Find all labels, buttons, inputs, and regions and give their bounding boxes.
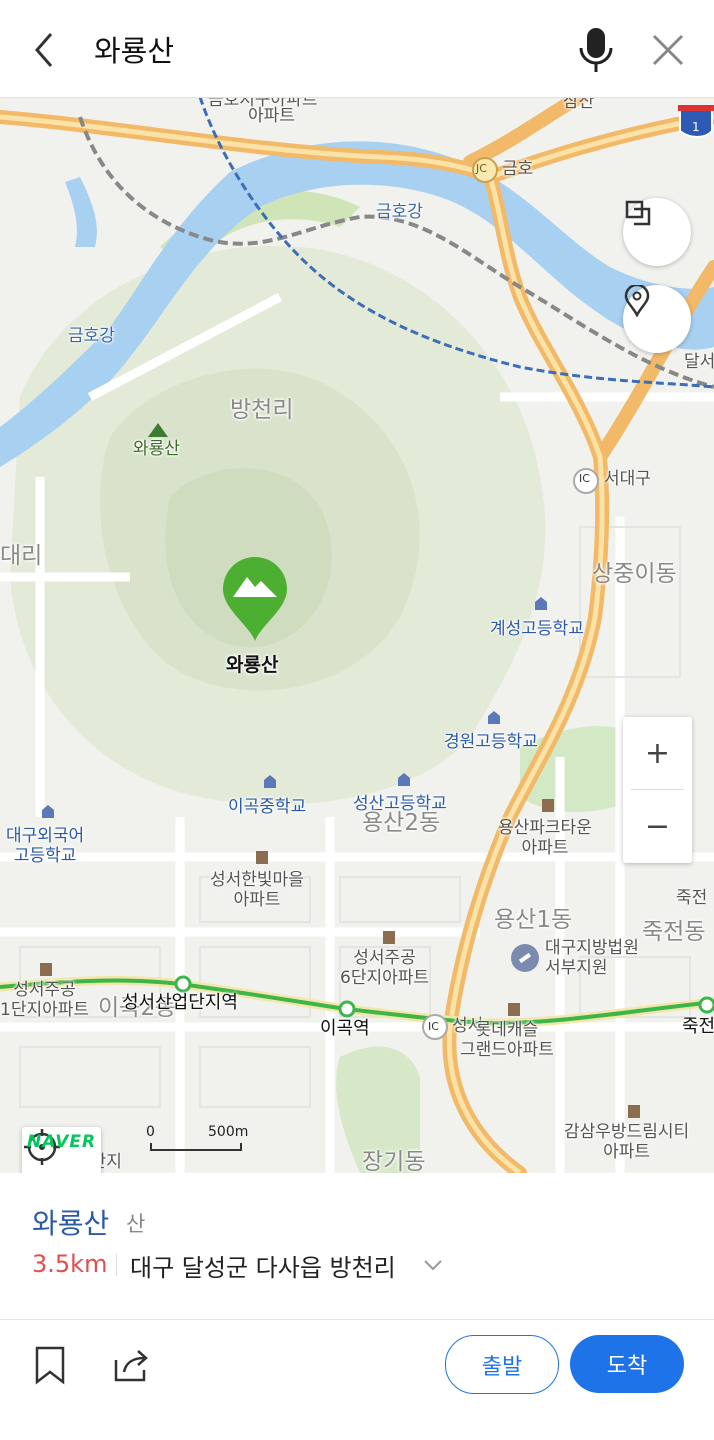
apartment-icon xyxy=(542,799,554,812)
station-jukjeon: 죽전 xyxy=(682,1016,714,1037)
bookmark-icon xyxy=(35,1346,65,1385)
ic-badge-seongseo: IC xyxy=(428,1020,439,1033)
location-pin-icon xyxy=(624,285,650,317)
map-label-yongsan-park: 용산파크타운 아파트 xyxy=(498,818,592,858)
station-seongseo-sandan: 성서산업단지역 xyxy=(122,992,238,1013)
place-address[interactable]: 대구 달성군 다사읍 방천리 xyxy=(130,1248,396,1283)
map-label-jukjeon-dong: 죽전동 xyxy=(642,919,706,945)
share-button[interactable] xyxy=(110,1346,152,1386)
jc-badge: JC xyxy=(476,162,487,175)
scale-zero: 0 xyxy=(146,1124,155,1140)
school-icon xyxy=(264,775,276,788)
map-label-seongseo6: 성서주공 6단지아파트 xyxy=(340,948,430,988)
school-icon xyxy=(488,711,500,724)
search-bar: 와룡산 xyxy=(0,0,714,98)
map-label-seodaegu: 서대구 xyxy=(604,469,651,489)
school-icon xyxy=(42,805,54,818)
map-scale: 0 500m xyxy=(146,1124,256,1152)
map-label-daegu-foreign-high: 대구외국어 고등학교 xyxy=(6,826,85,866)
apartment-icon xyxy=(383,931,395,944)
apartment-icon xyxy=(40,963,52,976)
share-icon xyxy=(114,1350,148,1382)
chevron-down-icon[interactable] xyxy=(422,1254,444,1276)
map-label-sangjung: 상중이동 xyxy=(592,561,677,587)
selected-marker-label: 와룡산 xyxy=(226,654,279,676)
map-label-gamsam: 감삼우방드림시티 아파트 xyxy=(564,1122,690,1162)
map-label-geumho: 금호 xyxy=(502,159,534,179)
naver-logo: NAVER xyxy=(27,1132,97,1152)
map-label-samsan: 삼산 xyxy=(563,97,595,112)
court-icon xyxy=(511,944,539,972)
map-label-lotte: 롯데캐슬 그랜드아파트 xyxy=(460,1020,554,1060)
map-label-gyeseong-high: 계성고등학교 xyxy=(490,619,584,639)
place-distance: 3.5km xyxy=(32,1250,108,1278)
map-label-peak: 와룡산 xyxy=(133,439,180,459)
map-view[interactable]: 금호지구아파트 아파트 삼산 1 JC 금호 금호강 금호강 달서 방천리 와룡… xyxy=(0,97,714,1173)
arrive-button[interactable]: 도착 xyxy=(570,1335,684,1393)
map-layers-button[interactable] xyxy=(623,198,691,266)
voice-search-button[interactable] xyxy=(570,24,622,76)
ic-badge-seodaegu: IC xyxy=(579,472,590,485)
zoom-in-button[interactable]: + xyxy=(623,717,692,789)
place-panel: 와룡산 산 3.5km 대구 달성군 다사읍 방천리 출발 도착 xyxy=(0,1174,714,1440)
map-label-dalseo: 달서 xyxy=(684,352,714,372)
zoom-out-button[interactable]: − xyxy=(623,790,692,862)
apartment-icon xyxy=(256,851,268,864)
apartment-icon xyxy=(508,1003,520,1016)
layers-icon xyxy=(625,200,651,226)
close-icon xyxy=(652,34,684,66)
map-label-gyeongwon-high: 경원고등학교 xyxy=(444,732,538,752)
back-button[interactable] xyxy=(22,24,66,76)
map-label-geumho-apt: 아파트 xyxy=(248,106,295,126)
school-icon xyxy=(535,597,547,610)
map-label-igok-middle: 이곡중학교 xyxy=(228,797,307,817)
map-label-jukjeon-top: 죽전 xyxy=(676,888,708,908)
map-label-janggi: 장기동 xyxy=(362,1149,426,1173)
chevron-left-icon xyxy=(35,33,53,67)
map-label-seongseo1: 성서주공 1단지아파트 xyxy=(0,980,90,1020)
panel-divider xyxy=(0,1319,714,1320)
map-label-yongsan1: 용산1동 xyxy=(494,907,573,933)
mountain-pin-icon[interactable] xyxy=(221,555,289,643)
info-separator xyxy=(116,1254,117,1276)
saved-places-button[interactable] xyxy=(623,285,691,353)
map-label-yongsan2: 용산2동 xyxy=(362,810,441,836)
apartment-icon xyxy=(628,1105,640,1118)
clear-search-button[interactable] xyxy=(644,24,692,76)
depart-button[interactable]: 출발 xyxy=(445,1335,559,1394)
station-igok: 이곡역 xyxy=(320,1018,370,1039)
scale-distance: 500m xyxy=(208,1124,249,1140)
map-label-river-2: 금호강 xyxy=(68,326,115,346)
highway-shield-number: 1 xyxy=(692,120,700,134)
school-icon xyxy=(398,773,410,786)
map-label-river-1: 금호강 xyxy=(376,202,423,222)
map-label-bangcheonri: 방천리 xyxy=(230,397,294,423)
zoom-control: + − xyxy=(623,717,692,863)
place-category: 산 xyxy=(126,1212,146,1236)
map-label-court: 대구지방법원 서부지원 xyxy=(545,938,639,978)
place-name[interactable]: 와룡산 xyxy=(32,1202,109,1242)
map-label-hanbit: 성서한빛마을 아파트 xyxy=(210,870,304,910)
microphone-icon xyxy=(579,28,613,72)
search-query[interactable]: 와룡산 xyxy=(94,28,174,70)
bookmark-button[interactable] xyxy=(30,1344,70,1386)
scale-bar xyxy=(150,1143,242,1151)
map-label-daeri: 대리 xyxy=(0,543,43,569)
